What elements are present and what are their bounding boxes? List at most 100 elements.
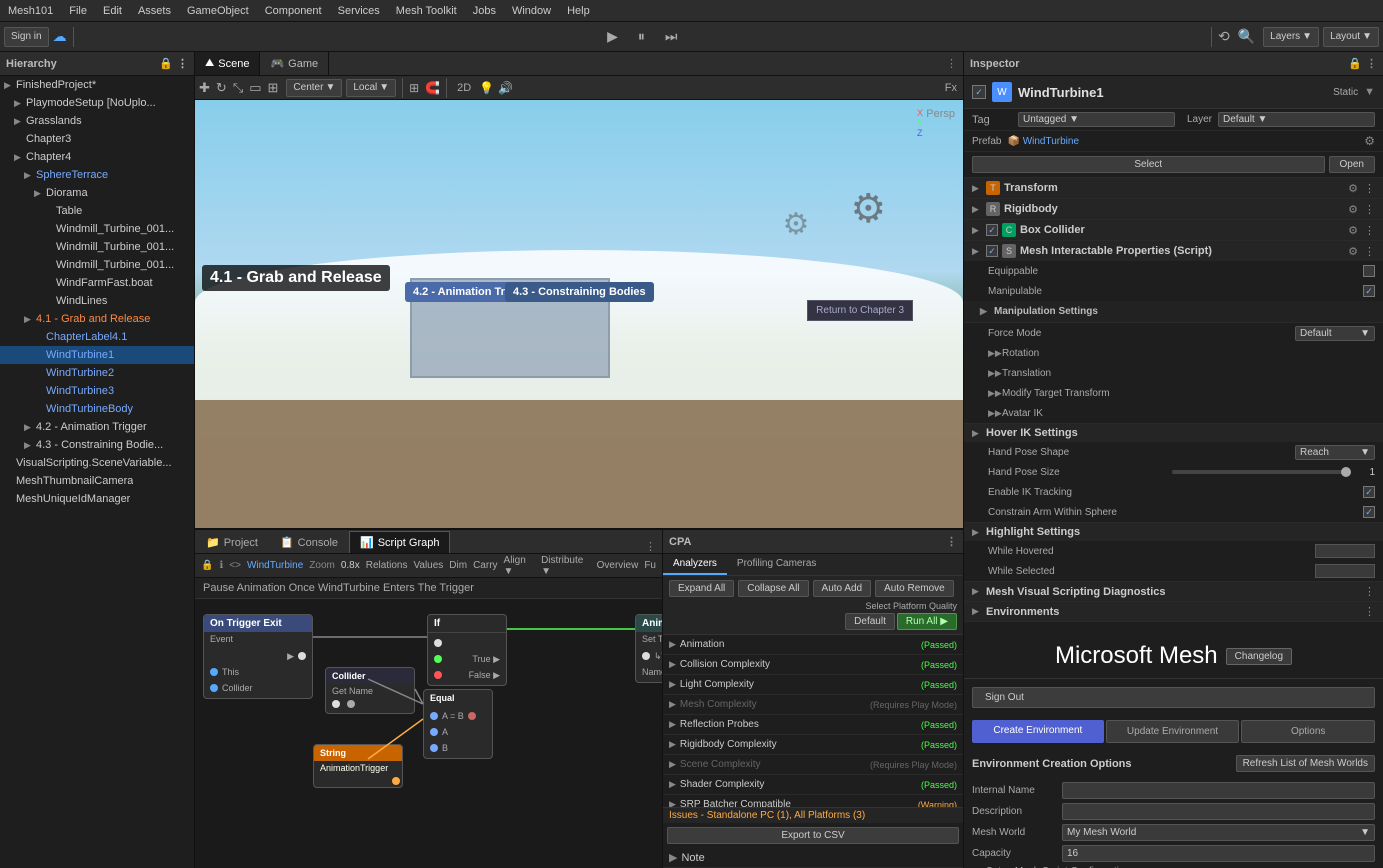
cpa-check-row[interactable]: ▶ Collision Complexity (Passed) — [663, 655, 963, 675]
hierarchy-lock-icon[interactable]: 🔒 — [159, 57, 173, 70]
changelog-button[interactable]: Changelog — [1226, 648, 1292, 665]
manipulable-checkbox[interactable]: ✓ — [1363, 285, 1375, 297]
cpa-menu-icon[interactable]: ⋮ — [946, 535, 957, 548]
step-button[interactable]: ⏭ — [661, 28, 682, 45]
node-equal[interactable]: Equal A = B A — [423, 689, 493, 759]
inspector-menu-icon[interactable]: ⋮ — [1366, 57, 1377, 70]
node-collider[interactable]: Collider Get Name — [325, 667, 415, 714]
static-dropdown-icon[interactable]: ▼ — [1364, 86, 1375, 98]
cpa-check-row[interactable]: ▶ Scene Complexity (Requires Play Mode) — [663, 755, 963, 775]
node-if[interactable]: If True ▶ False ▶ — [427, 614, 507, 686]
hierarchy-item[interactable]: Windmill_Turbine_001... — [0, 220, 194, 238]
gizmo-icon-rect[interactable]: ▭ — [249, 80, 261, 96]
hand-pose-shape-dropdown[interactable]: Reach ▼ — [1295, 445, 1375, 460]
hierarchy-item[interactable]: WindLines — [0, 292, 194, 310]
hierarchy-item[interactable]: ▶FinishedProject* — [0, 76, 194, 94]
light-icon[interactable]: 💡 — [479, 81, 494, 95]
hierarchy-item[interactable]: ▶4.2 - Animation Trigger — [0, 418, 194, 436]
mesh-world-select[interactable]: My Mesh World ▼ — [1062, 824, 1375, 841]
refresh-list-button[interactable]: Refresh List of Mesh Worlds — [1236, 755, 1375, 772]
menu-edit[interactable]: Edit — [95, 0, 130, 21]
2d-toggle[interactable]: 2D — [453, 82, 475, 94]
transform-menu-icon[interactable]: ⋮ — [1364, 182, 1375, 195]
tb-relations[interactable]: Relations — [366, 560, 408, 571]
tab-game[interactable]: 🎮 Game — [260, 52, 329, 75]
hierarchy-item[interactable]: ChapterLabel4.1 — [0, 328, 194, 346]
hierarchy-item[interactable]: ▶PlaymodeSetup [NoUplo... — [0, 94, 194, 112]
capacity-input[interactable] — [1062, 845, 1375, 862]
tb-carry[interactable]: Carry — [473, 560, 497, 571]
hierarchy-item[interactable]: Windmill_Turbine_001... — [0, 238, 194, 256]
transform-settings-icon[interactable]: ⚙ — [1348, 182, 1358, 195]
prefab-settings-icon[interactable]: ⚙ — [1364, 134, 1375, 148]
hierarchy-menu-icon[interactable]: ⋮ — [177, 57, 188, 70]
hierarchy-item[interactable]: ▶SphereTerrace — [0, 166, 194, 184]
force-mode-dropdown[interactable]: Default ▼ — [1295, 326, 1375, 341]
layers-button[interactable]: Layers ▼ — [1263, 27, 1319, 47]
while-hovered-value[interactable] — [1315, 544, 1375, 558]
comp-box-collider-header[interactable]: ✓ C Box Collider ⚙ ⋮ — [964, 220, 1383, 240]
sign-out-button[interactable]: Sign Out — [972, 687, 1375, 708]
while-selected-value[interactable] — [1315, 564, 1375, 578]
hierarchy-item[interactable]: WindTurbineBody — [0, 400, 194, 418]
snapping-icon[interactable]: 🧲 — [425, 81, 440, 95]
script-canvas[interactable]: On Trigger Exit Event ▶ This — [195, 599, 662, 868]
open-button[interactable]: Open — [1329, 156, 1375, 173]
box-collider-menu-icon[interactable]: ⋮ — [1364, 224, 1375, 237]
internal-name-input[interactable] — [1062, 782, 1375, 799]
box-collider-settings-icon[interactable]: ⚙ — [1348, 224, 1358, 237]
tb-overview[interactable]: Overview — [597, 560, 639, 571]
center-dropdown[interactable]: Center ▼ — [286, 79, 342, 97]
history-icon[interactable]: ⟲ — [1218, 28, 1230, 45]
tb-distribute[interactable]: Distribute ▼ — [541, 555, 591, 577]
description-input[interactable] — [1062, 803, 1375, 820]
menu-jobs[interactable]: Jobs — [465, 0, 504, 21]
environments-menu-icon[interactable]: ⋮ — [1364, 605, 1375, 618]
gizmo-icon-transform[interactable]: ⊞ — [268, 80, 279, 96]
scene-panel-menu[interactable]: ⋮ — [940, 57, 963, 70]
tb-dim[interactable]: Dim — [449, 560, 467, 571]
play-button[interactable]: ▶ — [603, 28, 622, 45]
env-tab-update[interactable]: Update Environment — [1106, 720, 1240, 743]
platform-value[interactable]: Default — [845, 613, 895, 630]
hand-pose-size-slider[interactable] — [1172, 470, 1352, 474]
local-dropdown[interactable]: Local ▼ — [346, 79, 396, 97]
tb-values[interactable]: Values — [413, 560, 443, 571]
rigidbody-settings-icon[interactable]: ⚙ — [1348, 203, 1358, 216]
environments-header[interactable]: Environments ⋮ — [964, 602, 1383, 621]
export-csv-btn[interactable]: Export to CSV — [667, 827, 959, 844]
collapse-all-btn[interactable]: Collapse All — [738, 580, 808, 597]
tab-console[interactable]: 📋 Console — [269, 531, 349, 553]
comp-rigidbody-header[interactable]: R Rigidbody ⚙ ⋮ — [964, 199, 1383, 219]
cpa-check-row[interactable]: ▶ Reflection Probes (Passed) — [663, 715, 963, 735]
run-all-btn[interactable]: Run All ▶ — [897, 613, 957, 630]
hierarchy-item[interactable]: ▶Chapter4 — [0, 148, 194, 166]
auto-add-btn[interactable]: Auto Add — [813, 580, 872, 597]
highlight-settings-header[interactable]: Highlight Settings — [964, 523, 1383, 541]
hierarchy-item[interactable]: VisualScripting.SceneVariable... — [0, 454, 194, 472]
audio-icon[interactable]: 🔊 — [498, 81, 513, 95]
node-on-trigger-exit[interactable]: On Trigger Exit Event ▶ This — [203, 614, 313, 699]
comp-transform-header[interactable]: T Transform ⚙ ⋮ — [964, 178, 1383, 198]
gizmo-icon-rotate[interactable]: ↻ — [216, 80, 227, 96]
hierarchy-item[interactable]: MeshUniqueIdManager — [0, 490, 194, 508]
hierarchy-item[interactable]: WindTurbine3 — [0, 382, 194, 400]
tb-align[interactable]: Align ▼ — [504, 555, 536, 577]
hierarchy-item[interactable]: Chapter3 — [0, 130, 194, 148]
tab-project[interactable]: 📁 Project — [195, 531, 269, 553]
menu-assets[interactable]: Assets — [130, 0, 179, 21]
select-button[interactable]: Select — [972, 156, 1325, 173]
cpa-check-row[interactable]: ▶ Light Complexity (Passed) — [663, 675, 963, 695]
mesh-interactable-settings-icon[interactable]: ⚙ — [1348, 245, 1358, 258]
note-row[interactable]: ▶ Note — [663, 848, 963, 868]
menu-window[interactable]: Window — [504, 0, 559, 21]
mesh-scripting-diagnostics-header[interactable]: Mesh Visual Scripting Diagnostics ⋮ — [964, 582, 1383, 601]
cpa-check-row[interactable]: ▶ Mesh Complexity (Requires Play Mode) — [663, 695, 963, 715]
cpa-check-row[interactable]: ▶ Rigidbody Complexity (Passed) — [663, 735, 963, 755]
gizmo-icon-scale[interactable]: ⤡ — [233, 80, 243, 96]
hierarchy-item[interactable]: ▶4.3 - Constraining Bodie... — [0, 436, 194, 454]
layer-select[interactable]: Default ▼ — [1218, 112, 1375, 127]
cpa-check-row[interactable]: ▶ Animation (Passed) — [663, 635, 963, 655]
inspector-lock-icon[interactable]: 🔒 — [1348, 57, 1362, 70]
tb-fu[interactable]: Fu — [644, 560, 656, 571]
